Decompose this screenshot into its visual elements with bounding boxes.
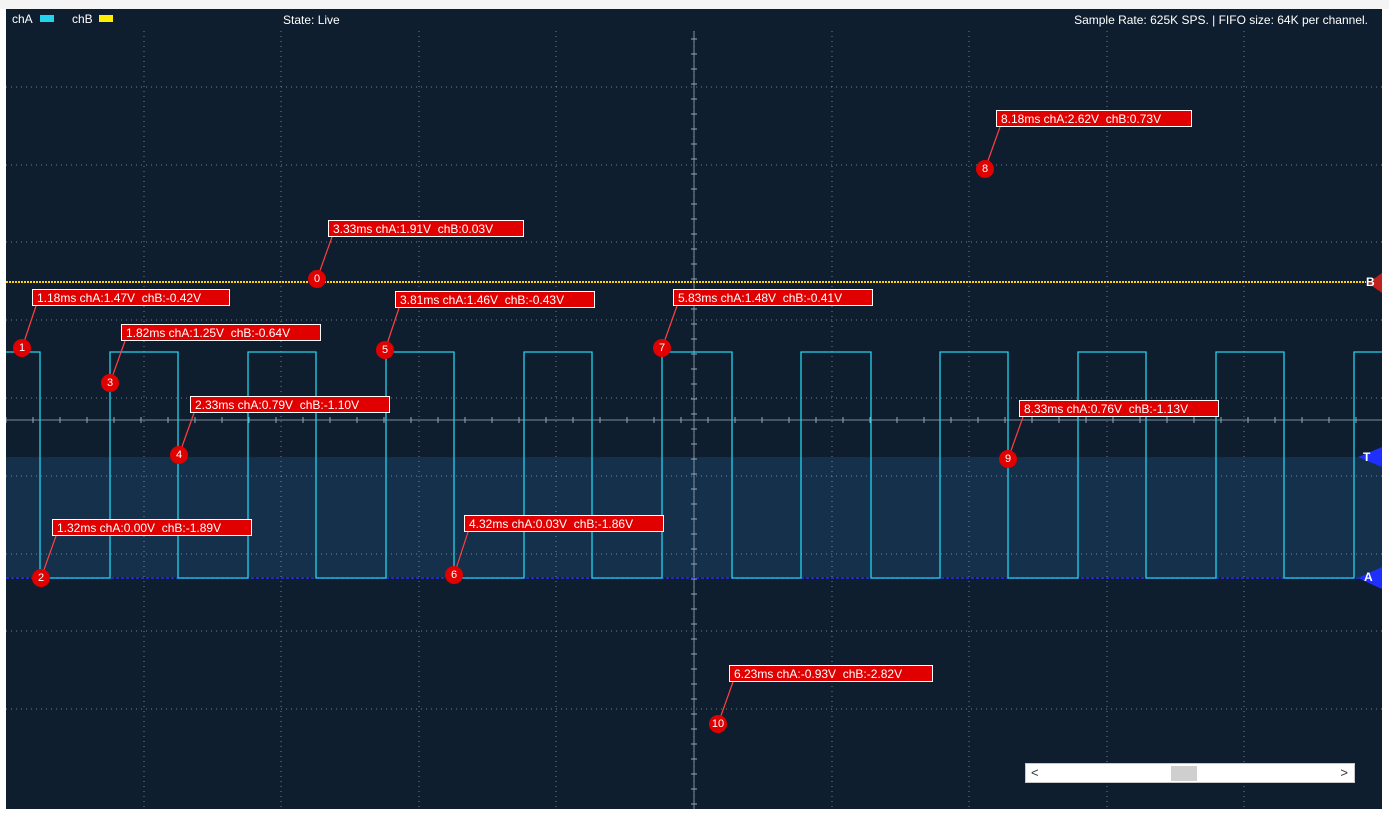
channel-b-tag: B	[1366, 275, 1375, 289]
legend-cha-label: chA	[12, 12, 33, 26]
horizontal-scrollbar[interactable]: < >	[1025, 763, 1355, 783]
annotation-marker[interactable]: 9	[999, 450, 1017, 468]
annotation-label[interactable]: 8.18ms chA:2.62V chB:0.73V	[996, 110, 1192, 127]
annotation-label[interactable]: 1.82ms chA:1.25V chB:-0.64V	[121, 324, 321, 341]
scope-grid	[6, 31, 1382, 809]
annotation-leaders	[21, 126, 1024, 725]
annotation-label[interactable]: 1.32ms chA:0.00V chB:-1.89V	[52, 519, 252, 536]
legend-chb-label: chB	[72, 12, 93, 26]
legend-cha-swatch	[40, 15, 54, 22]
scroll-left-arrow-icon[interactable]: <	[1031, 765, 1039, 780]
sample-rate-info: Sample Rate: 625K SPS. | FIFO size: 64K …	[1074, 13, 1368, 27]
annotation-label[interactable]: 1.18ms chA:1.47V chB:-0.42V	[32, 289, 230, 306]
annotation-marker[interactable]: 7	[653, 339, 671, 357]
annotation-label[interactable]: 6.23ms chA:-0.93V chB:-2.82V	[729, 665, 933, 682]
window-top-strip	[0, 0, 1389, 9]
annotation-marker[interactable]: 4	[170, 446, 188, 464]
annotation-marker[interactable]: 3	[101, 374, 119, 392]
legend-chb-swatch	[99, 15, 113, 22]
annotation-marker[interactable]: 8	[976, 160, 994, 178]
scope-header: chA chB State: Live Sample Rate: 625K SP…	[6, 9, 1382, 29]
annotation-marker[interactable]: 2	[32, 569, 50, 587]
annotation-marker[interactable]: 5	[376, 341, 394, 359]
annotation-marker[interactable]: 6	[445, 566, 463, 584]
annotation-label[interactable]: 5.83ms chA:1.48V chB:-0.41V	[673, 289, 873, 306]
oscilloscope-display[interactable]: chA chB State: Live Sample Rate: 625K SP…	[6, 9, 1382, 809]
acquisition-state: State: Live	[283, 13, 340, 27]
annotation-marker[interactable]: 0	[308, 270, 326, 288]
annotation-label[interactable]: 4.32ms chA:0.03V chB:-1.86V	[464, 515, 664, 532]
annotation-label[interactable]: 3.33ms chA:1.91V chB:0.03V	[328, 220, 524, 237]
annotation-label[interactable]: 3.81ms chA:1.46V chB:-0.43V	[395, 291, 595, 308]
trigger-tag: T	[1363, 450, 1371, 464]
scroll-right-arrow-icon[interactable]: >	[1340, 765, 1348, 780]
annotation-label[interactable]: 8.33ms chA:0.76V chB:-1.13V	[1019, 400, 1219, 417]
channel-a-tag: A	[1364, 570, 1373, 584]
annotation-marker[interactable]: 1	[13, 339, 31, 357]
scroll-thumb[interactable]	[1171, 766, 1197, 781]
annotation-marker[interactable]: 10	[709, 715, 727, 733]
annotation-label[interactable]: 2.33ms chA:0.79V chB:-1.10V	[190, 396, 390, 413]
